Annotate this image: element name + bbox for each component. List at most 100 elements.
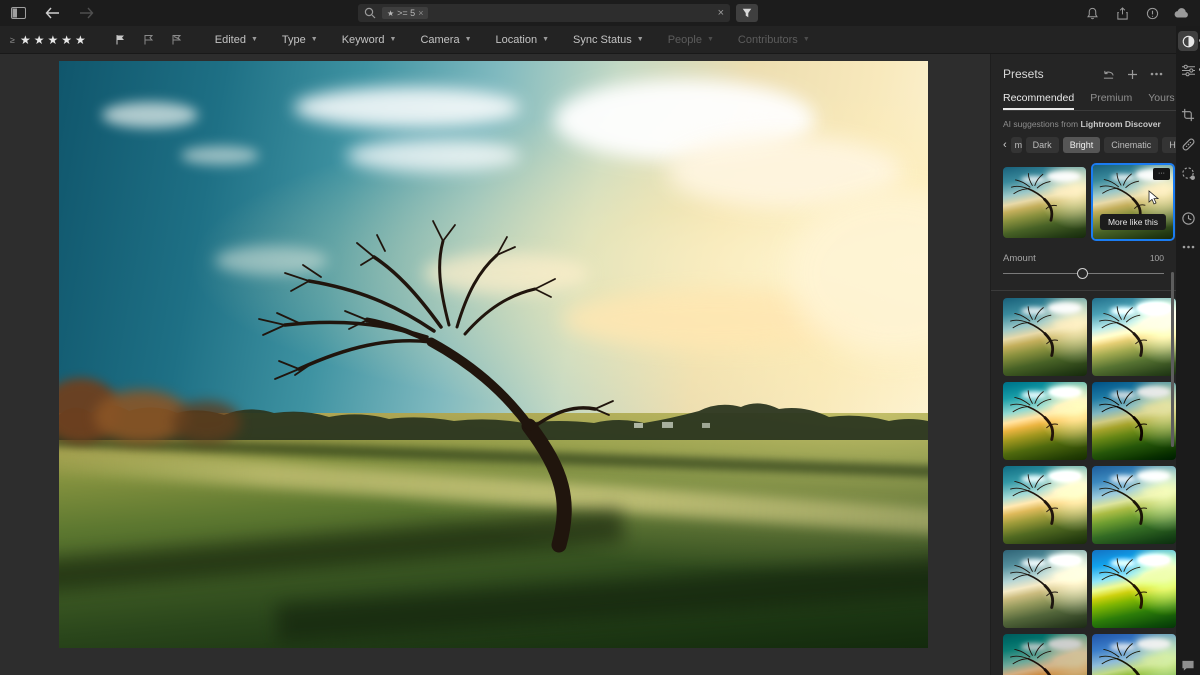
panel-scrollbar[interactable] bbox=[1171, 272, 1174, 447]
tab-recommended[interactable]: Recommended bbox=[1003, 92, 1075, 110]
tree-silhouette bbox=[1099, 558, 1148, 609]
tab-premium[interactable]: Premium bbox=[1090, 92, 1132, 110]
preset-thumbnail[interactable] bbox=[1092, 466, 1176, 544]
comments-icon[interactable] bbox=[1178, 655, 1198, 675]
bell-icon[interactable] bbox=[1082, 3, 1102, 23]
tree-silhouette bbox=[1010, 173, 1058, 222]
chip-dark[interactable]: Dark bbox=[1025, 137, 1059, 153]
preset-thumbnail[interactable] bbox=[1092, 550, 1176, 628]
preset-thumbnail[interactable] bbox=[1092, 634, 1176, 675]
filter-dropdown-contributors[interactable]: Contributors ▼ bbox=[728, 30, 820, 50]
tab-yours[interactable]: Yours bbox=[1148, 92, 1174, 110]
subtitle-prefix: AI suggestions from bbox=[1003, 119, 1079, 129]
amount-value: 100 bbox=[1149, 253, 1164, 263]
chevron-down-icon: ▼ bbox=[802, 36, 810, 43]
suggestion-thumbnails: ··· More like this bbox=[1003, 163, 1175, 241]
chip-warm[interactable]: m bbox=[1010, 137, 1022, 153]
restore-icon[interactable] bbox=[1100, 66, 1116, 82]
cloud-icon[interactable] bbox=[1172, 3, 1192, 23]
chip-bright[interactable]: Bright bbox=[1062, 137, 1101, 153]
subtitle-source: Lightroom Discover bbox=[1080, 119, 1161, 129]
tree-silhouette bbox=[1099, 390, 1148, 441]
slider-knob[interactable] bbox=[1077, 268, 1089, 279]
unflagged-icon[interactable] bbox=[139, 30, 159, 50]
versions-icon[interactable] bbox=[1178, 208, 1198, 228]
dropdown-label: Edited bbox=[214, 33, 246, 46]
search-input[interactable]: ★ >= 5 × × bbox=[358, 4, 730, 22]
chevron-down-icon: ▼ bbox=[389, 36, 397, 43]
edit-tool-icon[interactable] bbox=[1178, 31, 1200, 51]
preset-thumbnail[interactable] bbox=[1003, 466, 1087, 544]
rating-filter[interactable]: ≥ ★★★★★ bbox=[10, 31, 103, 49]
filter-dropdown-keyword[interactable]: Keyword ▼ bbox=[332, 30, 407, 50]
tree-silhouette bbox=[1010, 390, 1059, 441]
preset-thumbnail[interactable] bbox=[1003, 550, 1087, 628]
panel-toggle-icon[interactable] bbox=[8, 3, 28, 23]
main-photo[interactable] bbox=[59, 61, 928, 648]
preset-thumbnail[interactable] bbox=[1003, 167, 1086, 238]
amount-slider[interactable] bbox=[1003, 268, 1164, 280]
preset-preview-image bbox=[1003, 382, 1087, 460]
chevron-down-icon: ▼ bbox=[636, 36, 644, 43]
help-icon[interactable] bbox=[1142, 3, 1162, 23]
panel-divider bbox=[991, 290, 1176, 291]
top-bar: ★ >= 5 × × bbox=[0, 0, 1200, 26]
chevron-down-icon: ▼ bbox=[464, 36, 472, 43]
preset-thumbnail[interactable] bbox=[1003, 382, 1087, 460]
chips-scroll-left-icon[interactable]: ‹ bbox=[1003, 139, 1007, 151]
search-clear-icon[interactable]: × bbox=[718, 7, 724, 19]
preset-preview-image bbox=[1092, 550, 1176, 628]
thumbnail-more-badge[interactable]: ··· bbox=[1153, 168, 1170, 180]
reject-flag-icon[interactable] bbox=[167, 30, 187, 50]
chevron-down-icon: ▼ bbox=[542, 36, 550, 43]
chip-close-icon[interactable]: × bbox=[418, 8, 423, 18]
preset-thumbnail[interactable] bbox=[1092, 382, 1176, 460]
filter-dropdown-location[interactable]: Location ▼ bbox=[486, 30, 560, 50]
forward-arrow-icon[interactable] bbox=[76, 3, 96, 23]
masking-tool-icon[interactable] bbox=[1178, 163, 1198, 183]
preset-thumbnail[interactable] bbox=[1003, 298, 1087, 376]
rating-operator: ≥ bbox=[10, 34, 15, 45]
filter-dropdown-camera[interactable]: Camera ▼ bbox=[410, 30, 481, 50]
windswept-tree bbox=[258, 220, 614, 553]
cursor-pointer-icon bbox=[1148, 190, 1159, 205]
filter-dropdown-people[interactable]: People ▼ bbox=[658, 30, 724, 50]
filter-dropdown-type[interactable]: Type ▼ bbox=[272, 30, 328, 50]
crop-tool-icon[interactable] bbox=[1178, 105, 1198, 125]
presets-tool-icon[interactable] bbox=[1178, 60, 1200, 80]
tree-silhouette bbox=[1010, 558, 1059, 609]
preset-preview-image bbox=[1003, 634, 1087, 675]
filter-dropdown-edited[interactable]: Edited ▼ bbox=[205, 30, 268, 50]
chip-cinematic[interactable]: Cinematic bbox=[1104, 137, 1159, 153]
presets-tabs: Recommended Premium Yours bbox=[1003, 92, 1175, 110]
preset-grid bbox=[1003, 298, 1176, 675]
chip-hdr[interactable]: HDR bbox=[1162, 137, 1176, 153]
edit-tools-rail bbox=[1176, 26, 1200, 675]
lightroom-app: ★ >= 5 × × ≥ ★★★★★ Edited ▼ Type ▼ Keywo… bbox=[0, 0, 1200, 675]
presets-header: Presets bbox=[1003, 66, 1164, 82]
tree-silhouette bbox=[1099, 306, 1148, 357]
preset-thumbnail[interactable] bbox=[1092, 298, 1176, 376]
dropdown-label: Type bbox=[281, 33, 306, 46]
healing-tool-icon[interactable] bbox=[1178, 134, 1198, 154]
ai-suggestions-subtitle: AI suggestions from Lightroom Discover bbox=[1003, 119, 1164, 129]
more-tools-icon[interactable] bbox=[1178, 237, 1198, 257]
plus-icon[interactable] bbox=[1124, 66, 1140, 82]
filter-dropdown-sync-status[interactable]: Sync Status ▼ bbox=[563, 30, 654, 50]
filter-funnel-icon bbox=[742, 8, 752, 18]
pick-flag-icon[interactable] bbox=[111, 30, 131, 50]
more-icon[interactable] bbox=[1148, 66, 1164, 82]
filter-funnel-button[interactable] bbox=[736, 4, 758, 22]
search-area: ★ >= 5 × × bbox=[358, 4, 758, 22]
back-arrow-icon[interactable] bbox=[42, 3, 62, 23]
topbar-left-controls bbox=[8, 3, 358, 23]
preset-thumbnail-selected[interactable]: ··· More like this bbox=[1091, 163, 1175, 241]
search-filter-chip[interactable]: ★ >= 5 × bbox=[382, 7, 429, 19]
share-icon[interactable] bbox=[1112, 3, 1132, 23]
search-icon bbox=[364, 7, 376, 19]
preset-thumbnail[interactable] bbox=[1003, 634, 1087, 675]
body: ≥ ★★★★★ Edited ▼ Type ▼ Keyword ▼ Camera… bbox=[0, 26, 1200, 675]
rating-stars[interactable]: ★★★★★ bbox=[20, 31, 89, 49]
chevron-down-icon: ▼ bbox=[706, 36, 714, 43]
dropdown-label: Sync Status bbox=[573, 33, 632, 46]
